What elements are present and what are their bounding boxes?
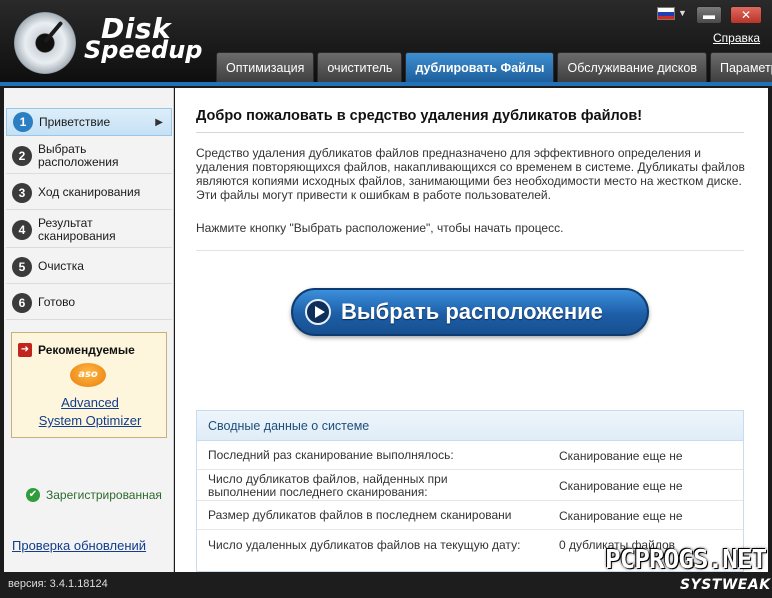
title-bar: Disk Speedup ▼ ▬ ✕ Справка Оптимизация о… <box>0 0 772 86</box>
sidebar-step-done[interactable]: 6 Готово <box>6 286 172 320</box>
summary-key: Число дубликатов файлов, найденных при в… <box>208 471 448 499</box>
close-button[interactable]: ✕ <box>730 6 762 24</box>
select-location-button[interactable]: Выбрать расположение <box>291 288 649 336</box>
step-number: 6 <box>12 292 32 313</box>
systweak-brand-logo: SYSTWEAK <box>680 577 771 593</box>
step-number: 2 <box>12 145 32 166</box>
description-text: Средство удаления дубликатов файлов пред… <box>196 146 745 202</box>
summary-title: Сводные данные о системе <box>197 411 743 441</box>
advanced-system-optimizer-link[interactable]: Advanced <box>12 395 168 410</box>
summary-value: Сканирование еще не <box>559 508 683 523</box>
page-title: Добро пожаловать в средство удаления дуб… <box>196 108 643 124</box>
logo-text-speedup: Speedup <box>84 36 203 64</box>
play-icon <box>305 299 331 325</box>
divider <box>196 132 744 133</box>
advanced-system-optimizer-link-line2[interactable]: System Optimizer <box>12 413 168 428</box>
tab-optimization[interactable]: Оптимизация <box>216 52 315 82</box>
divider <box>196 250 744 251</box>
sidebar: 1 Приветствие ▶ 2 Выбрать расположения 3… <box>4 88 174 572</box>
tab-duplicate-files[interactable]: дублировать Файлы <box>405 52 555 82</box>
status-bar: версия: 3.4.1.18124 <box>0 572 772 598</box>
select-location-label: Выбрать расположение <box>341 299 603 324</box>
russian-flag-icon[interactable] <box>657 7 675 20</box>
tab-settings[interactable]: Параметры <box>709 52 772 82</box>
step-label: Готово <box>38 295 76 309</box>
step-number: 5 <box>12 256 32 277</box>
step-label: Выбрать расположения <box>38 141 119 169</box>
sidebar-step-scan-results[interactable]: 4 Результат сканирования <box>6 212 172 248</box>
sidebar-step-select-locations[interactable]: 2 Выбрать расположения <box>6 138 172 174</box>
language-dropdown-icon[interactable]: ▼ <box>678 8 687 18</box>
instruction-text: Нажмите кнопку "Выбрать расположение", ч… <box>196 221 564 235</box>
step-label: Очистка <box>38 259 84 273</box>
step-number: 1 <box>13 112 33 132</box>
check-updates-link[interactable]: Проверка обновлений <box>12 538 146 553</box>
chevron-right-icon: ▶ <box>155 116 163 128</box>
summary-value: Сканирование еще не <box>559 448 683 463</box>
registration-status: ✔ Зарегистрированная <box>26 488 162 502</box>
step-label: Приветствие <box>39 114 111 129</box>
main-tabs: Оптимизация очиститель дублировать Файлы… <box>216 52 772 82</box>
recommended-title: Рекомендуемые <box>38 343 135 357</box>
recommended-panel: ➜ Рекомендуемые aso Advanced System Opti… <box>11 332 167 438</box>
summary-key: Число удаленных дубликатов файлов на тек… <box>208 537 521 552</box>
summary-key: Размер дубликатов файлов в последнем ска… <box>208 508 512 522</box>
main-panel: Добро пожаловать в средство удаления дуб… <box>175 88 768 572</box>
summary-row: Размер дубликатов файлов в последнем ска… <box>197 502 743 530</box>
summary-key: Последний раз сканирование выполнялось: <box>208 448 454 462</box>
summary-row: Последний раз сканирование выполнялось: … <box>197 442 743 470</box>
step-number: 4 <box>12 219 32 240</box>
check-circle-icon: ✔ <box>26 488 40 502</box>
tab-cleaner[interactable]: очиститель <box>317 52 403 82</box>
step-number: 3 <box>12 182 32 203</box>
version-text: версия: 3.4.1.18124 <box>8 578 108 590</box>
sidebar-step-welcome[interactable]: 1 Приветствие ▶ <box>6 108 172 136</box>
sidebar-step-cleanup[interactable]: 5 Очистка <box>6 250 172 284</box>
recommended-header: ➜ Рекомендуемые <box>18 343 135 357</box>
summary-value: Сканирование еще не <box>559 478 683 493</box>
aso-product-icon[interactable]: aso <box>70 363 106 387</box>
help-link[interactable]: Справка <box>713 31 760 45</box>
arrow-right-icon: ➜ <box>18 343 32 357</box>
sidebar-step-scan-progress[interactable]: 3 Ход сканирования <box>6 176 172 210</box>
registration-label: Зарегистрированная <box>46 488 162 502</box>
step-label: Ход сканирования <box>38 185 141 199</box>
summary-row: Число дубликатов файлов, найденных при в… <box>197 471 743 501</box>
header-divider <box>0 82 772 86</box>
watermark-text: PCPROGS.NET <box>605 545 767 575</box>
tab-disk-maintenance[interactable]: Обслуживание дисков <box>557 52 707 82</box>
minimize-button[interactable]: ▬ <box>696 6 722 24</box>
step-label: Результат сканирования <box>38 215 116 243</box>
disk-logo-icon <box>14 12 76 74</box>
